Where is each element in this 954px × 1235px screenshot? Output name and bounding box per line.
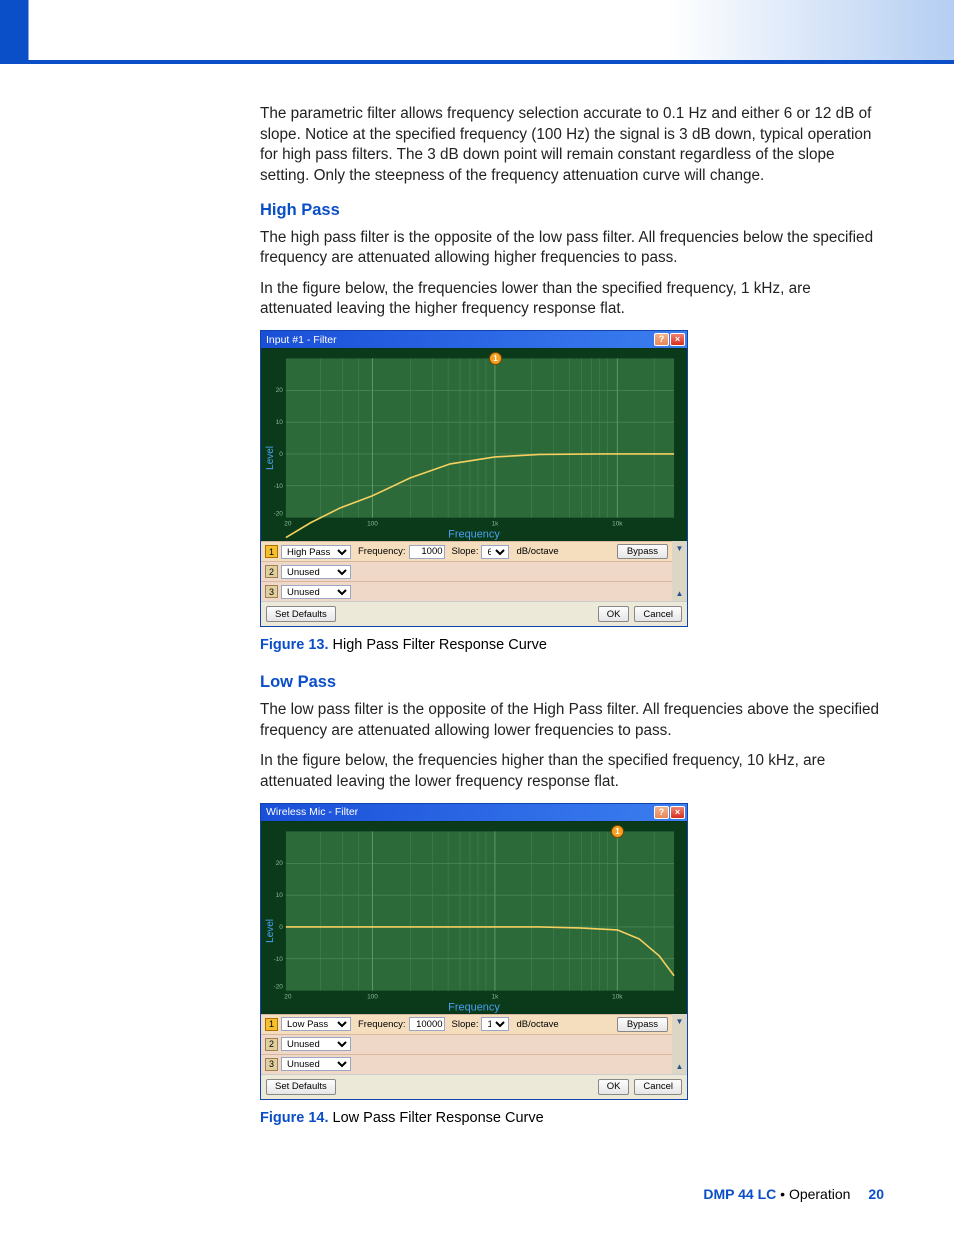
filter-row-2: 2 Unused (261, 1034, 672, 1054)
figure-13-caption: Figure 13. High Pass Filter Response Cur… (260, 637, 884, 653)
row-number[interactable]: 1 (265, 545, 278, 558)
filter-row-1: 1 Low Pass Frequency: Slope: 12 dB/octav… (261, 1014, 672, 1034)
scroll-down-icon[interactable]: ▼ (672, 1014, 687, 1029)
slope-label: Slope: (452, 1019, 479, 1030)
svg-text:20: 20 (276, 860, 284, 867)
svg-text:-20: -20 (274, 983, 284, 990)
filter-type-select[interactable]: Unused (281, 1057, 351, 1071)
highpass-para1: The high pass filter is the opposite of … (260, 228, 884, 269)
page-footer: DMP 44 LC • Operation20 (0, 1176, 954, 1232)
cancel-button[interactable]: Cancel (634, 606, 682, 622)
filter-row-2: 2 Unused (261, 561, 672, 581)
frequency-input[interactable] (409, 545, 445, 559)
frequency-input[interactable] (409, 1017, 445, 1031)
lowpass-dialog: Wireless Mic - Filter ? × 1 (260, 803, 688, 1100)
y-axis-label: Level (265, 919, 276, 943)
freq-marker[interactable]: 1 (611, 825, 624, 838)
highpass-plot[interactable]: 1 20100-10-20 201001k10k (261, 348, 687, 541)
svg-text:10k: 10k (612, 521, 623, 528)
frequency-label: Frequency: (358, 1019, 406, 1030)
svg-text:1k: 1k (491, 521, 499, 528)
svg-text:10: 10 (276, 892, 284, 899)
y-axis-label: Level (265, 446, 276, 470)
close-icon[interactable]: × (670, 806, 685, 819)
filter-type-select[interactable]: Unused (281, 565, 351, 579)
scroll-down-icon[interactable]: ▼ (672, 541, 687, 556)
svg-text:1k: 1k (491, 993, 499, 1000)
close-icon[interactable]: × (670, 333, 685, 346)
svg-text:10: 10 (276, 419, 284, 426)
svg-text:0: 0 (279, 924, 283, 931)
svg-text:20: 20 (284, 993, 292, 1000)
slope-select[interactable]: 12 (481, 1017, 509, 1031)
dialog-buttonbar: Set Defaults OK Cancel (261, 1074, 687, 1099)
svg-text:20: 20 (284, 521, 292, 528)
svg-text:0: 0 (279, 451, 283, 458)
svg-text:10k: 10k (612, 993, 623, 1000)
slope-select[interactable]: 6 (481, 545, 509, 559)
dialog-title: Input #1 - Filter (266, 334, 337, 346)
x-axis-label: Frequency (448, 1001, 500, 1013)
slope-unit: dB/octave (516, 1019, 558, 1030)
slope-unit: dB/octave (516, 546, 558, 557)
intro-paragraph: The parametric filter allows frequency s… (260, 104, 884, 187)
lowpass-para2: In the figure below, the frequencies hig… (260, 751, 884, 792)
dialog-buttonbar: Set Defaults OK Cancel (261, 601, 687, 626)
filter-row-3: 3 Unused (261, 581, 672, 601)
header-bar (0, 0, 954, 64)
figure-14-caption: Figure 14. Low Pass Filter Response Curv… (260, 1110, 884, 1126)
row-number[interactable]: 2 (265, 1038, 278, 1051)
filter-row-3: 3 Unused (261, 1054, 672, 1074)
svg-text:-20: -20 (274, 511, 284, 518)
svg-text:100: 100 (367, 521, 378, 528)
row-number[interactable]: 2 (265, 565, 278, 578)
filter-type-select[interactable]: Unused (281, 1037, 351, 1051)
svg-text:20: 20 (276, 387, 284, 394)
scroll-up-icon[interactable]: ▲ (672, 586, 687, 601)
slope-label: Slope: (452, 546, 479, 557)
highpass-dialog: Input #1 - Filter ? × 1 201 (260, 330, 688, 627)
filter-type-select[interactable]: Low Pass (281, 1017, 351, 1031)
ok-button[interactable]: OK (598, 606, 630, 622)
lowpass-para1: The low pass filter is the opposite of t… (260, 700, 884, 741)
svg-text:-10: -10 (274, 955, 284, 962)
scroll-up-icon[interactable]: ▲ (672, 1059, 687, 1074)
ok-button[interactable]: OK (598, 1079, 630, 1095)
lowpass-heading: Low Pass (260, 673, 884, 692)
x-axis-label: Frequency (448, 529, 500, 541)
set-defaults-button[interactable]: Set Defaults (266, 606, 336, 622)
row-number[interactable]: 1 (265, 1018, 278, 1031)
svg-text:100: 100 (367, 993, 378, 1000)
set-defaults-button[interactable]: Set Defaults (266, 1079, 336, 1095)
filter-row-1: 1 High Pass Frequency: Slope: 6 dB/octav… (261, 541, 672, 561)
help-icon[interactable]: ? (654, 333, 669, 346)
dialog-titlebar[interactable]: Wireless Mic - Filter ? × (261, 804, 687, 821)
svg-text:-10: -10 (274, 483, 284, 490)
help-icon[interactable]: ? (654, 806, 669, 819)
dialog-title: Wireless Mic - Filter (266, 806, 358, 818)
lowpass-plot[interactable]: 1 20100-10-20 201001k10k (261, 821, 687, 1014)
filter-type-select[interactable]: High Pass (281, 545, 351, 559)
cancel-button[interactable]: Cancel (634, 1079, 682, 1095)
bypass-button[interactable]: Bypass (617, 1017, 668, 1032)
highpass-para2: In the figure below, the frequencies low… (260, 279, 884, 320)
highpass-heading: High Pass (260, 201, 884, 220)
row-number[interactable]: 3 (265, 1058, 278, 1071)
dialog-titlebar[interactable]: Input #1 - Filter ? × (261, 331, 687, 348)
filter-type-select[interactable]: Unused (281, 585, 351, 599)
row-number[interactable]: 3 (265, 585, 278, 598)
bypass-button[interactable]: Bypass (617, 544, 668, 559)
frequency-label: Frequency: (358, 546, 406, 557)
